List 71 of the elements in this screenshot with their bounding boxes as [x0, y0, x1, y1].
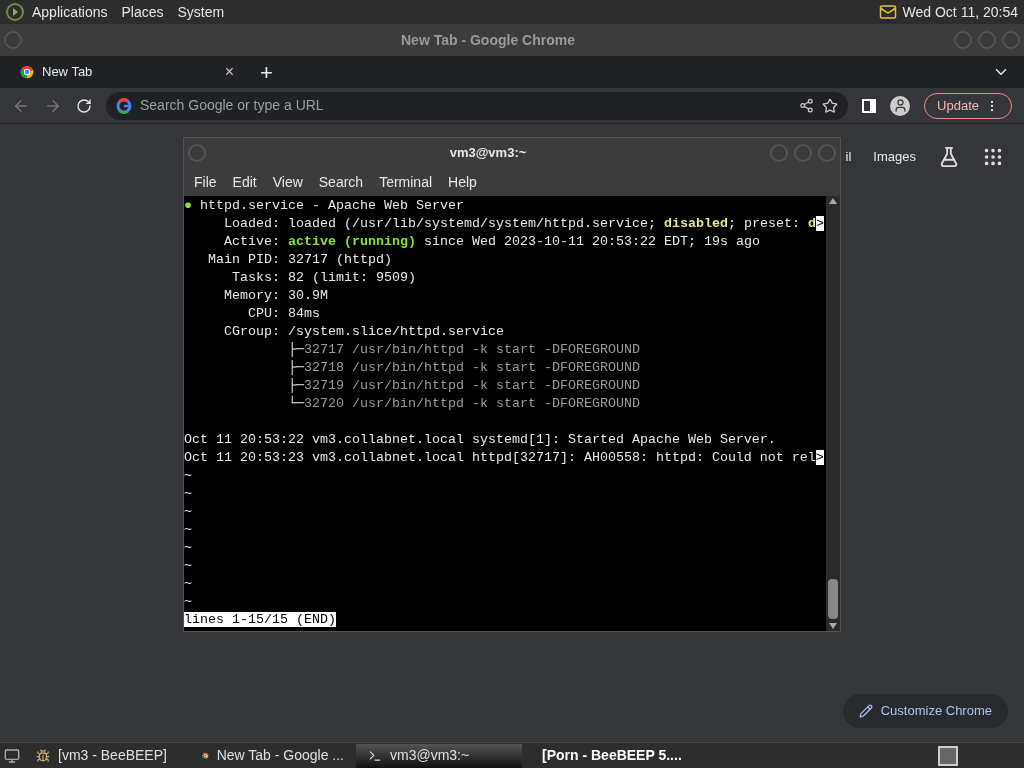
- terminal-line: Tasks: 82 (limit: 9509): [231, 269, 417, 287]
- taskbar-button[interactable]: [Porn - BeeBEEP 5....: [522, 743, 688, 768]
- menu-item[interactable]: File: [186, 171, 225, 193]
- taskbar-label: [Porn - BeeBEEP 5....: [542, 746, 682, 765]
- terminal-line: Loaded: loaded (/usr/lib/systemd/system/httpd.service; disabled; preset: d>: [223, 215, 825, 233]
- taskbar-button[interactable]: New Tab - Google ...: [190, 743, 356, 768]
- scrollbar-thumb[interactable]: [828, 579, 838, 619]
- workspace-switcher[interactable]: [938, 745, 958, 766]
- close-tab-button[interactable]: ×: [224, 60, 234, 84]
- panel-menu[interactable]: Places: [121, 1, 164, 23]
- new-tab-button[interactable]: +: [260, 55, 273, 89]
- menu-item[interactable]: Help: [440, 171, 485, 193]
- show-desktop-icon[interactable]: [4, 747, 20, 764]
- terminal-line: ~: [184, 521, 193, 539]
- flask-icon[interactable]: [938, 146, 960, 168]
- terminal-line: CPU: 84ms: [247, 305, 321, 323]
- terminal-line: ├─32718 /usr/bin/httpd -k start -DFOREGROUND: [286, 359, 641, 377]
- terminal-line: ~: [184, 593, 193, 611]
- menu-item[interactable]: View: [264, 171, 311, 193]
- taskbar-label: vm3@vm3:~: [390, 746, 470, 765]
- terminal-line: ├─32717 /usr/bin/httpd -k start -DFOREGROUND: [286, 341, 641, 359]
- taskbar-label: New Tab - Google ...: [216, 746, 344, 765]
- terminal-line: Oct 11 20:53:23 vm3.collabnet.local httpd[32717]: AH00558: httpd: Could not rel>: [184, 449, 825, 467]
- terminal-line: Main PID: 32717 (httpd): [207, 251, 393, 269]
- bug-icon: [36, 748, 50, 763]
- customize-chrome-button[interactable]: Customize Chrome: [842, 694, 1008, 728]
- terminal-icon: [368, 748, 382, 763]
- terminal-line: ├─32719 /usr/bin/httpd -k start -DFOREGROUND: [286, 377, 641, 395]
- terminal-line: ● httpd.service - Apache Web Server: [184, 197, 465, 215]
- terminal-line: ~: [184, 485, 193, 503]
- chrome-logo-icon: [20, 65, 34, 79]
- scroll-down-icon[interactable]: [829, 623, 837, 629]
- window-title: New Tab - Google Chrome: [400, 30, 576, 50]
- star-icon[interactable]: [822, 97, 839, 114]
- reload-icon[interactable]: [76, 97, 92, 114]
- omnibox-input[interactable]: Search Google or type a URL: [140, 95, 792, 116]
- share-icon[interactable]: [799, 98, 815, 113]
- terminal-line: └─32720 /usr/bin/httpd -k start -DFOREGROUND: [286, 395, 641, 413]
- google-logo-icon: [116, 97, 132, 114]
- pencil-icon: [858, 704, 873, 718]
- panel-menu[interactable]: Applications: [32, 1, 108, 23]
- menu-item[interactable]: Search: [310, 171, 372, 193]
- omnibox-field[interactable]: Search Google or type a URL: [106, 91, 849, 120]
- terminal-line: ~: [184, 575, 193, 593]
- taskbar-label: [vm3 - BeeBEEP]: [58, 746, 167, 765]
- menu-item[interactable]: Terminal: [371, 171, 441, 193]
- taskbar-button[interactable]: [vm3 - BeeBEEP]: [24, 743, 190, 768]
- panel-clock: Wed Oct 11, 20:54: [902, 2, 1018, 22]
- terminal-line: Oct 11 20:53:22 vm3.collabnet.local systemd[1]: Started Apache Web Server.: [184, 431, 777, 449]
- terminal-line: Memory: 30.9M: [223, 287, 329, 305]
- terminal-line: CGroup: /system.slice/httpd.service: [223, 323, 505, 341]
- google-link[interactable]: Images: [873, 147, 916, 167]
- menu-item[interactable]: Edit: [224, 171, 265, 193]
- side-panel-icon[interactable]: [862, 98, 877, 113]
- panel-menu[interactable]: System: [177, 1, 225, 23]
- terminal-line: ~: [184, 557, 193, 575]
- tab-title: New Tab: [42, 63, 94, 82]
- terminal-line: ~: [184, 467, 193, 485]
- google-link[interactable]: il: [845, 147, 852, 167]
- window-title: vm3@vm3:~: [448, 144, 528, 163]
- scroll-up-icon[interactable]: [829, 198, 837, 204]
- apps-grid-icon[interactable]: [982, 146, 1004, 168]
- terminal-line: ~: [184, 503, 193, 521]
- profile-avatar[interactable]: [890, 95, 911, 116]
- terminal-line: ~: [184, 539, 193, 557]
- scrollbar[interactable]: [826, 196, 840, 631]
- distro-logo-icon: [6, 3, 24, 21]
- terminal-line: Active: active (running) since Wed 2023-10-11 20:53:22 EDT; 19s ago: [223, 233, 761, 251]
- pager-status: lines 1-15/15 (END): [184, 612, 336, 627]
- mail-icon[interactable]: [878, 3, 897, 21]
- taskbar-button[interactable]: vm3@vm3:~: [356, 743, 522, 768]
